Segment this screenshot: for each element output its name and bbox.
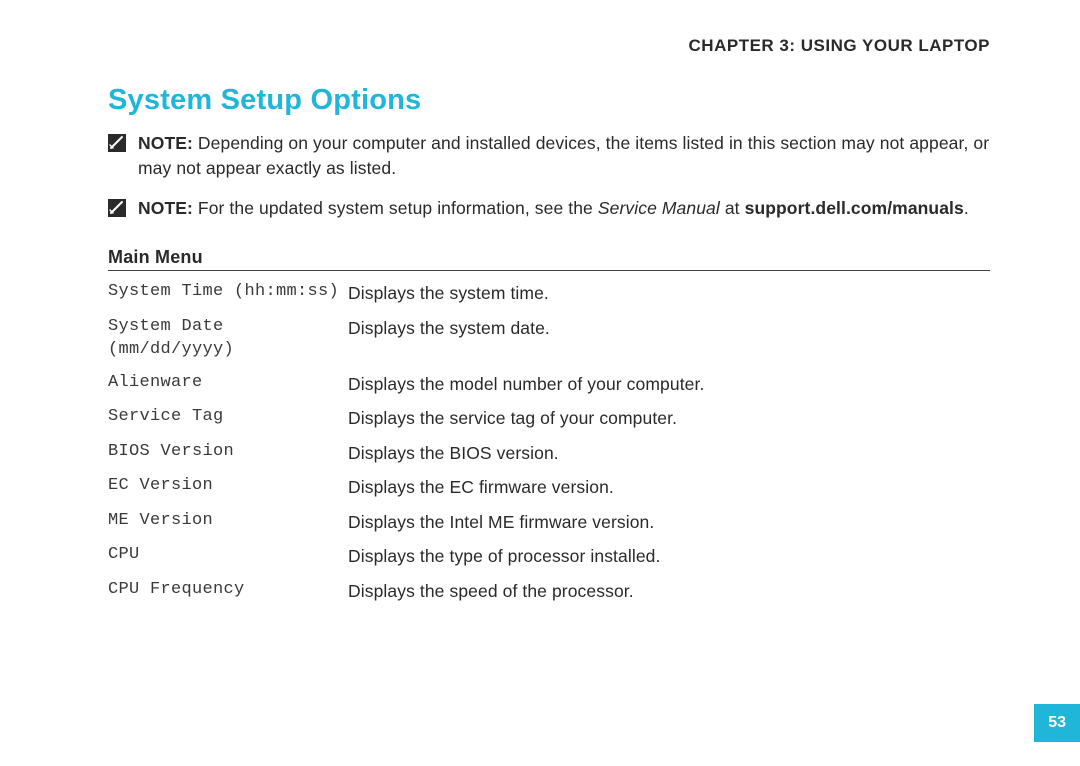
row-value: Displays the system date. — [348, 316, 990, 362]
table-row: BIOS Version Displays the BIOS version. — [108, 441, 990, 466]
row-key: CPU — [108, 544, 348, 569]
table-row: ME Version Displays the Intel ME firmwar… — [108, 510, 990, 535]
note-italic: Service Manual — [598, 198, 720, 218]
note-block-1: NOTE: Depending on your computer and ins… — [108, 131, 990, 182]
row-key: EC Version — [108, 475, 348, 500]
row-key: Service Tag — [108, 406, 348, 431]
row-key: System Time (hh:mm:ss) — [108, 281, 348, 306]
row-value: Displays the service tag of your compute… — [348, 406, 990, 431]
row-value: Displays the speed of the processor. — [348, 579, 990, 604]
row-value: Displays the EC firmware version. — [348, 475, 990, 500]
table-row: System Time (hh:mm:ss) Displays the syst… — [108, 281, 990, 306]
note-icon — [108, 199, 126, 217]
row-key: CPU Frequency — [108, 579, 348, 604]
table-row: System Date (mm/dd/yyyy) Displays the sy… — [108, 316, 990, 362]
note-icon — [108, 134, 126, 152]
note-block-2: NOTE: For the updated system setup infor… — [108, 196, 990, 221]
note-body: For the updated system setup information… — [193, 198, 598, 218]
divider — [108, 270, 990, 271]
row-key: ME Version — [108, 510, 348, 535]
row-key: Alienware — [108, 372, 348, 397]
note-label: NOTE: — [138, 198, 193, 218]
main-menu-table: System Time (hh:mm:ss) Displays the syst… — [108, 281, 990, 603]
note-period: . — [964, 198, 969, 218]
row-value: Displays the system time. — [348, 281, 990, 306]
row-value: Displays the BIOS version. — [348, 441, 990, 466]
table-row: EC Version Displays the EC firmware vers… — [108, 475, 990, 500]
row-value: Displays the Intel ME firmware version. — [348, 510, 990, 535]
table-row: CPU Frequency Displays the speed of the … — [108, 579, 990, 604]
section-title: System Setup Options — [108, 84, 990, 117]
page-number: 53 — [1034, 704, 1080, 742]
row-value: Displays the model number of your comput… — [348, 372, 990, 397]
note-bold-tail: support.dell.com/manuals — [745, 198, 964, 218]
note-label: NOTE: — [138, 133, 193, 153]
note-text: NOTE: For the updated system setup infor… — [138, 196, 969, 221]
note-tail: at — [720, 198, 745, 218]
table-row: CPU Displays the type of processor insta… — [108, 544, 990, 569]
note-body: Depending on your computer and installed… — [138, 133, 989, 178]
chapter-header: CHAPTER 3: USING YOUR LAPTOP — [108, 36, 990, 56]
row-key: System Date (mm/dd/yyyy) — [108, 316, 348, 362]
subsection-title: Main Menu — [108, 247, 990, 268]
row-key: BIOS Version — [108, 441, 348, 466]
row-value: Displays the type of processor installed… — [348, 544, 990, 569]
note-text: NOTE: Depending on your computer and ins… — [138, 131, 990, 182]
table-row: Service Tag Displays the service tag of … — [108, 406, 990, 431]
table-row: Alienware Displays the model number of y… — [108, 372, 990, 397]
